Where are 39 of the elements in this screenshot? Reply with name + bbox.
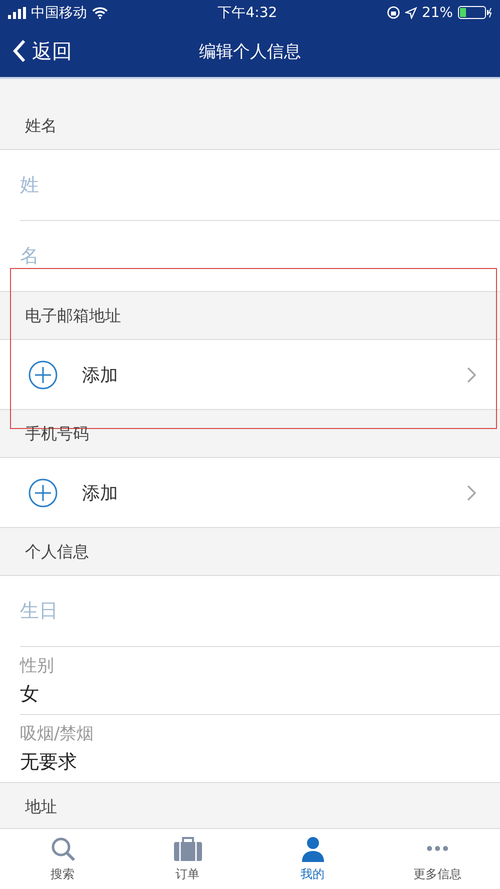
chevron-left-icon (12, 39, 26, 63)
section-header: 手机号码 (25, 424, 89, 445)
text-field[interactable]: 姓 (20, 174, 460, 196)
rotation-lock-icon (386, 6, 400, 19)
text-field[interactable]: 名 (20, 245, 460, 267)
more-icon (427, 846, 448, 850)
field-label: 吸烟/禁烟 (20, 723, 95, 745)
tab-bar-item[interactable]: 搜索 (0, 829, 125, 889)
add-label: 添加 (82, 364, 119, 386)
wifi-icon (92, 6, 108, 18)
tab-bar-item[interactable]: 更多信息 (375, 829, 500, 889)
add-row[interactable]: 添加 (0, 458, 500, 527)
plus-circle-icon (28, 360, 58, 390)
battery-percent: 21% (422, 4, 453, 20)
section-header: 姓名 (25, 116, 57, 137)
section-header: 地址 (25, 797, 57, 818)
carrier-name: 中国移动 (31, 4, 87, 22)
location-arrow-icon (404, 6, 417, 18)
page-title: 编辑个人信息 (199, 42, 301, 62)
status-time: 下午4:32 (218, 4, 278, 22)
field-value[interactable]: 女 (20, 681, 500, 707)
suitcase-icon (172, 836, 202, 862)
field-label: 性别 (20, 655, 55, 677)
tab-bar-item[interactable]: 订单 (125, 829, 250, 889)
chevron-right-icon (467, 366, 476, 382)
back-button[interactable]: 返回 (0, 38, 72, 64)
add-row[interactable]: 添加 (0, 340, 500, 409)
section-header: 电子邮箱地址 (25, 306, 121, 327)
text-field[interactable]: 生日 (20, 600, 460, 622)
signal-icon (8, 6, 26, 18)
person-icon (300, 836, 324, 862)
add-label: 添加 (82, 482, 119, 504)
tab-bar-item[interactable]: 我的 (250, 829, 375, 889)
field-value[interactable]: 无要求 (20, 749, 500, 775)
chevron-right-icon (467, 484, 476, 500)
battery-icon (458, 6, 492, 19)
section-header: 个人信息 (25, 542, 89, 563)
search-icon (50, 836, 76, 862)
plus-circle-icon (28, 478, 58, 508)
